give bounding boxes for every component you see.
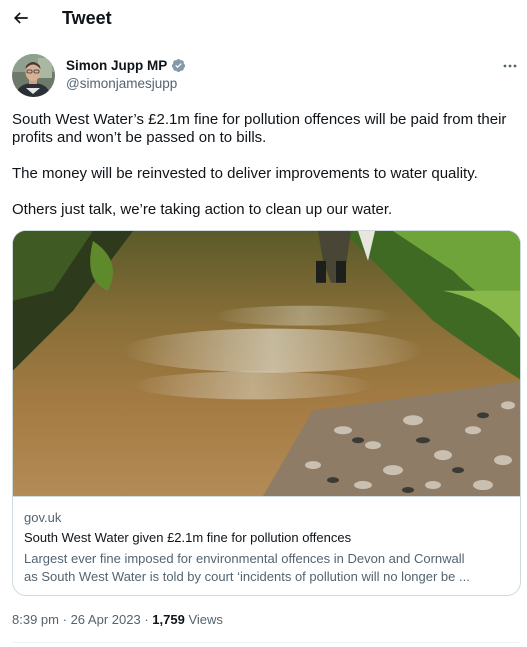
card-title: South West Water given £2.1m fine for po… [24, 530, 352, 545]
divider [12, 642, 520, 643]
card-description-line: Largest ever fine imposed for environmen… [24, 551, 465, 566]
card-domain: gov.uk [24, 510, 62, 525]
header-bar: Tweet [0, 0, 527, 38]
author-name-text[interactable]: Simon Jupp MP [66, 58, 167, 73]
arrow-left-icon [13, 12, 28, 24]
author-handle[interactable]: @simonjamesjupp [66, 76, 177, 91]
author-name[interactable]: Simon Jupp MP [66, 58, 186, 73]
tweet-date[interactable]: 26 Apr 2023 [71, 612, 141, 627]
separator-dot: · [62, 612, 71, 627]
tweet-paragraph: Others just talk, we’re taking action to… [12, 201, 393, 218]
back-button[interactable] [8, 5, 34, 31]
page-title: Tweet [62, 8, 112, 28]
avatar[interactable] [12, 54, 55, 97]
card-description: Largest ever fine imposed for environmen… [24, 550, 508, 586]
verified-badge-icon [172, 58, 186, 73]
card-description-line: as South West Water is told by court ‘in… [24, 569, 470, 584]
tweet-time[interactable]: 8:39 pm [12, 612, 59, 627]
tweet-meta: 8:39 pm · 26 Apr 2023 · 1,759 Views [12, 612, 223, 627]
tweet-paragraph: South West Water’s £2.1m fine for pollut… [12, 111, 507, 146]
tweet-author: Simon Jupp MP @simonjamesjupp [12, 54, 520, 98]
views-label: Views [188, 612, 223, 627]
card-image[interactable] [13, 231, 521, 497]
more-horizontal-icon [503, 64, 517, 68]
link-card[interactable]: gov.uk South West Water given £2.1m fine… [12, 230, 521, 596]
views-count: 1,759 [152, 612, 185, 627]
more-options-button[interactable] [500, 56, 520, 76]
tweet-paragraph: The money will be reinvested to deliver … [12, 165, 478, 182]
